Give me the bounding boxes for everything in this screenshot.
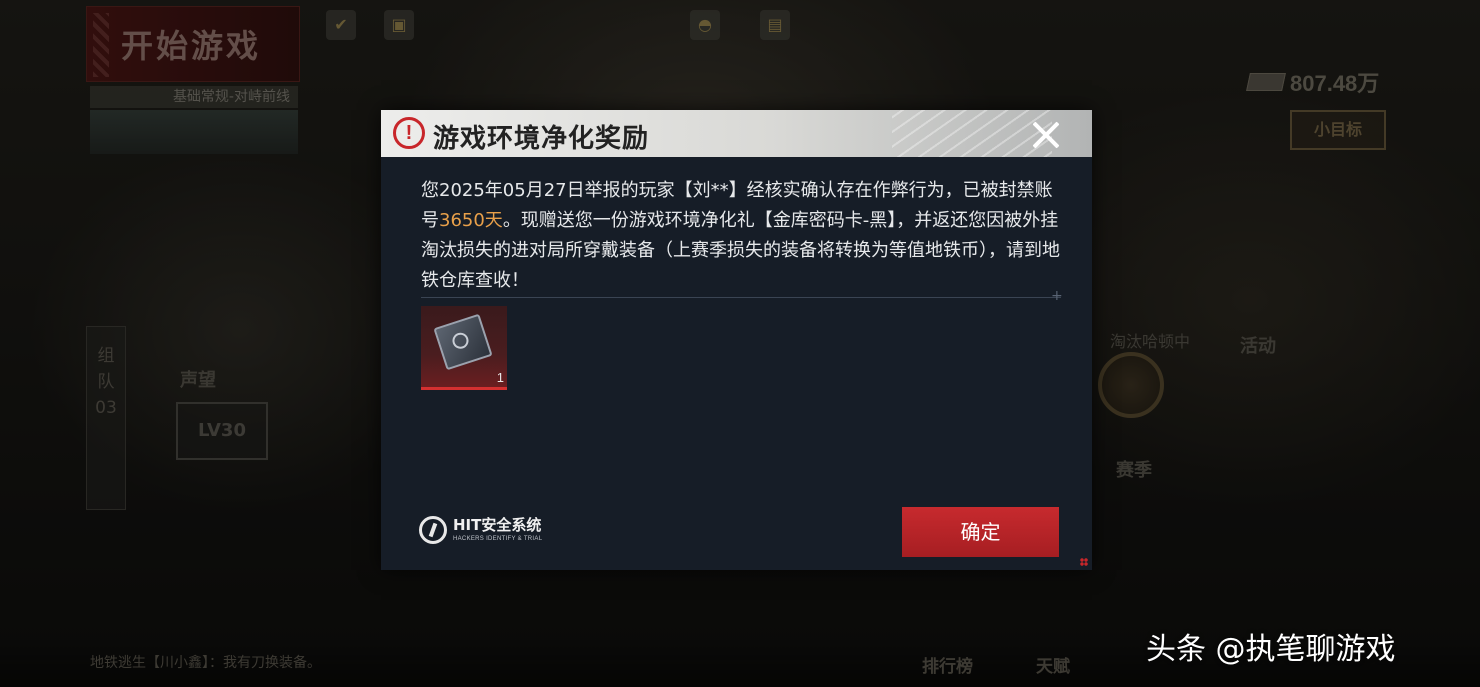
watermark: 头条 @执笔聊游戏 [1146, 632, 1396, 667]
ban-duration: 3650天 [439, 210, 503, 231]
close-button[interactable] [1027, 116, 1065, 154]
reward-item-slot[interactable]: 1 [421, 306, 507, 390]
dialog-header: ! 游戏环境净化奖励 [381, 110, 1092, 157]
message-part-2: 。现赠送您一份游戏环境净化礼【金库密码卡-黑】，并返还您因被外挂淘汰损失的进对局… [421, 210, 1060, 291]
alert-icon: ! [393, 117, 425, 149]
reward-count: 1 [496, 370, 504, 385]
reward-dialog: ! 游戏环境净化奖励 您2025年05月27日举报的玩家【刘**】经核实确认存在… [381, 110, 1092, 570]
security-logo-subtitle: HACKERS IDENTIFY & TRIAL [453, 536, 543, 542]
dialog-title: 游戏环境净化奖励 [433, 124, 650, 154]
hit-security-logo: HIT安全系统 HACKERS IDENTIFY & TRIAL [419, 516, 542, 544]
vault-password-card-icon [433, 313, 493, 371]
confirm-button[interactable]: 确定 [902, 507, 1059, 557]
divider [421, 297, 1061, 298]
plus-icon: + [1051, 288, 1063, 304]
dialog-message: 您2025年05月27日举报的玩家【刘**】经核实确认存在作弊行为，已被封禁账号… [421, 176, 1061, 296]
security-logo-name: HIT安全系统 [453, 516, 542, 534]
hit-logo-icon [419, 516, 447, 544]
corner-decoration [1080, 558, 1088, 566]
